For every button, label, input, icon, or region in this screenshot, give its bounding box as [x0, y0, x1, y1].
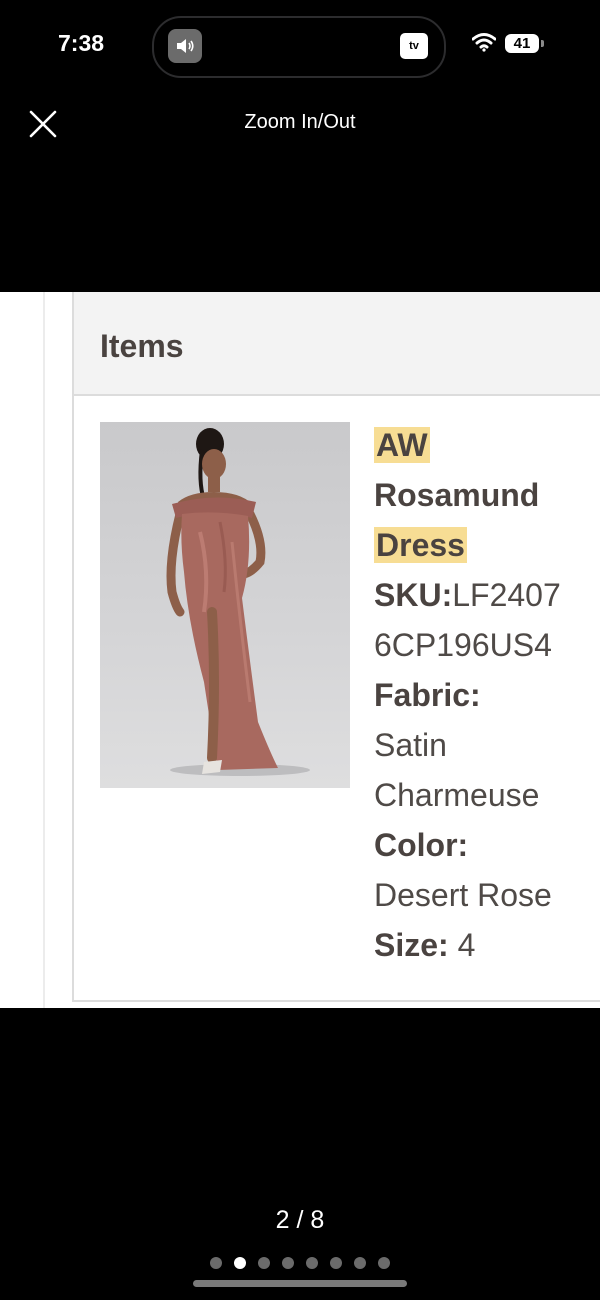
screen: 7:38 tv 41 Zoom In/Out Items AW Rosamund…	[0, 0, 600, 1300]
document-divider	[43, 292, 45, 1008]
battery-indicator: 41	[505, 34, 539, 53]
dress-illustration	[166, 428, 310, 776]
size-value: 4	[457, 927, 476, 963]
product-name-line2: Rosamund	[374, 477, 540, 513]
battery-level: 41	[513, 35, 531, 52]
dynamic-island[interactable]: tv	[152, 16, 446, 78]
items-card: Items AW Rosamund Dress SKU:LF2407 6CP19…	[72, 292, 600, 1002]
page-dot[interactable]	[330, 1257, 342, 1269]
home-indicator[interactable]	[193, 1280, 407, 1287]
page-dot[interactable]	[378, 1257, 390, 1269]
page-dot[interactable]	[258, 1257, 270, 1269]
page-counter: 2 / 8	[275, 1206, 325, 1234]
page-dots[interactable]	[0, 1257, 600, 1269]
items-title: Items	[100, 328, 184, 364]
tv-label: tv	[409, 40, 419, 52]
status-time: 7:38	[58, 30, 105, 56]
wifi-icon	[472, 33, 496, 52]
product-name-brand: AW	[374, 427, 430, 463]
product-name-line1: AW	[374, 420, 600, 470]
fabric-value-line2: Charmeuse	[374, 777, 540, 813]
speaker-icon	[168, 29, 202, 63]
page-dot[interactable]	[210, 1257, 222, 1269]
page-dot[interactable]	[282, 1257, 294, 1269]
page-dot[interactable]	[354, 1257, 366, 1269]
battery-tip	[541, 40, 544, 47]
page-dot[interactable]	[306, 1257, 318, 1269]
items-card-header: Items	[74, 292, 600, 396]
size-label: Size:	[374, 927, 449, 963]
page-dot[interactable]	[234, 1257, 246, 1269]
viewer-title: Zoom In/Out	[244, 111, 356, 133]
color-value: Desert Rose	[374, 877, 552, 913]
sku-line1: SKU:LF2407	[374, 570, 600, 620]
product-image[interactable]	[100, 422, 350, 788]
sku-label: SKU:	[374, 577, 453, 613]
product-name-line3: Dress	[374, 520, 600, 570]
product-name-type: Dress	[374, 527, 467, 563]
zoomed-document[interactable]: Items AW Rosamund Dress SKU:LF2407 6CP19…	[0, 292, 600, 1008]
sku-value-part1: LF2407	[452, 577, 561, 613]
size-line: Size: 4	[374, 920, 600, 970]
apple-tv-icon: tv	[400, 33, 428, 59]
product-details: AW Rosamund Dress SKU:LF2407 6CP196US4 F…	[374, 420, 600, 970]
fabric-label: Fabric:	[374, 677, 481, 713]
color-label: Color:	[374, 827, 469, 863]
sku-value-part2: 6CP196US4	[374, 627, 552, 663]
fabric-value-line1: Satin	[374, 727, 447, 763]
